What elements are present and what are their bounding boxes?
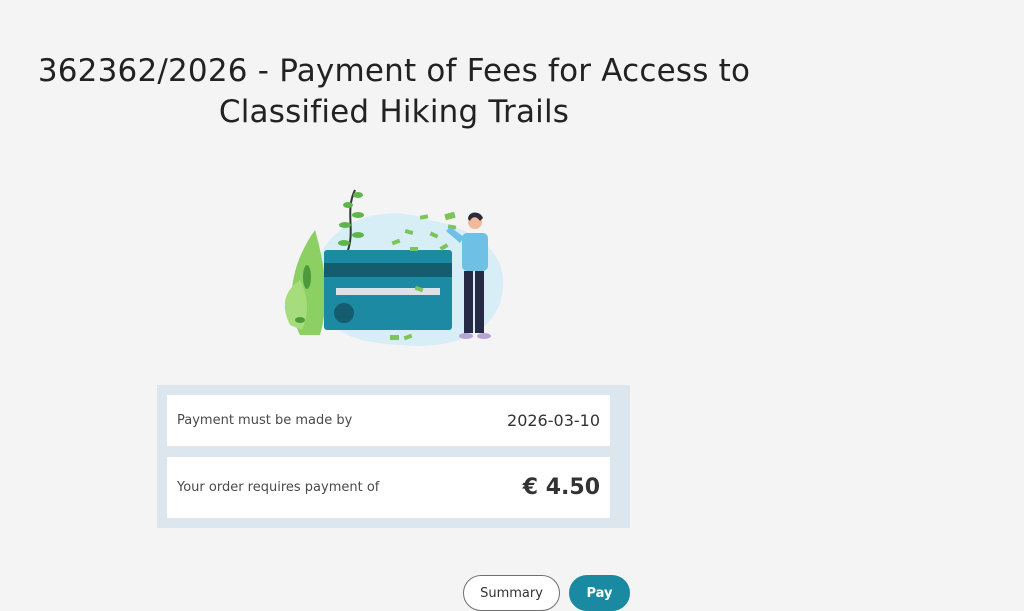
page-title-line-1: 362362/2026 - Payment of Fees for Access… — [37, 52, 751, 89]
person-shoe — [477, 333, 491, 339]
card-line — [336, 288, 440, 295]
card-chip — [334, 303, 354, 323]
payment-info-panel: Payment must be made by 2026-03-10 Your … — [157, 385, 630, 528]
payment-card-illustration — [280, 185, 520, 355]
leaf-spot — [303, 265, 311, 289]
payment-deadline-value: 2026-03-10 — [507, 411, 600, 430]
payment-deadline-label: Payment must be made by — [177, 413, 353, 428]
person-shirt — [462, 233, 488, 271]
leaf-spot — [295, 317, 305, 323]
page-title-line-2: Classified Hiking Trails — [218, 93, 570, 130]
payment-amount-label: Your order requires payment of — [177, 480, 380, 495]
pay-button[interactable]: Pay — [569, 575, 630, 611]
card-stripe — [324, 263, 452, 277]
person-shoe — [459, 333, 473, 339]
page-title: 362362/2026 - Payment of Fees for Access… — [14, 51, 774, 133]
payment-amount-value: € 4.50 — [522, 475, 600, 500]
summary-button[interactable]: Summary — [463, 575, 560, 611]
person-legs — [464, 271, 473, 333]
payment-deadline-row: Payment must be made by 2026-03-10 — [167, 395, 610, 446]
person-legs — [475, 271, 484, 333]
payment-amount-row: Your order requires payment of € 4.50 — [167, 457, 610, 518]
